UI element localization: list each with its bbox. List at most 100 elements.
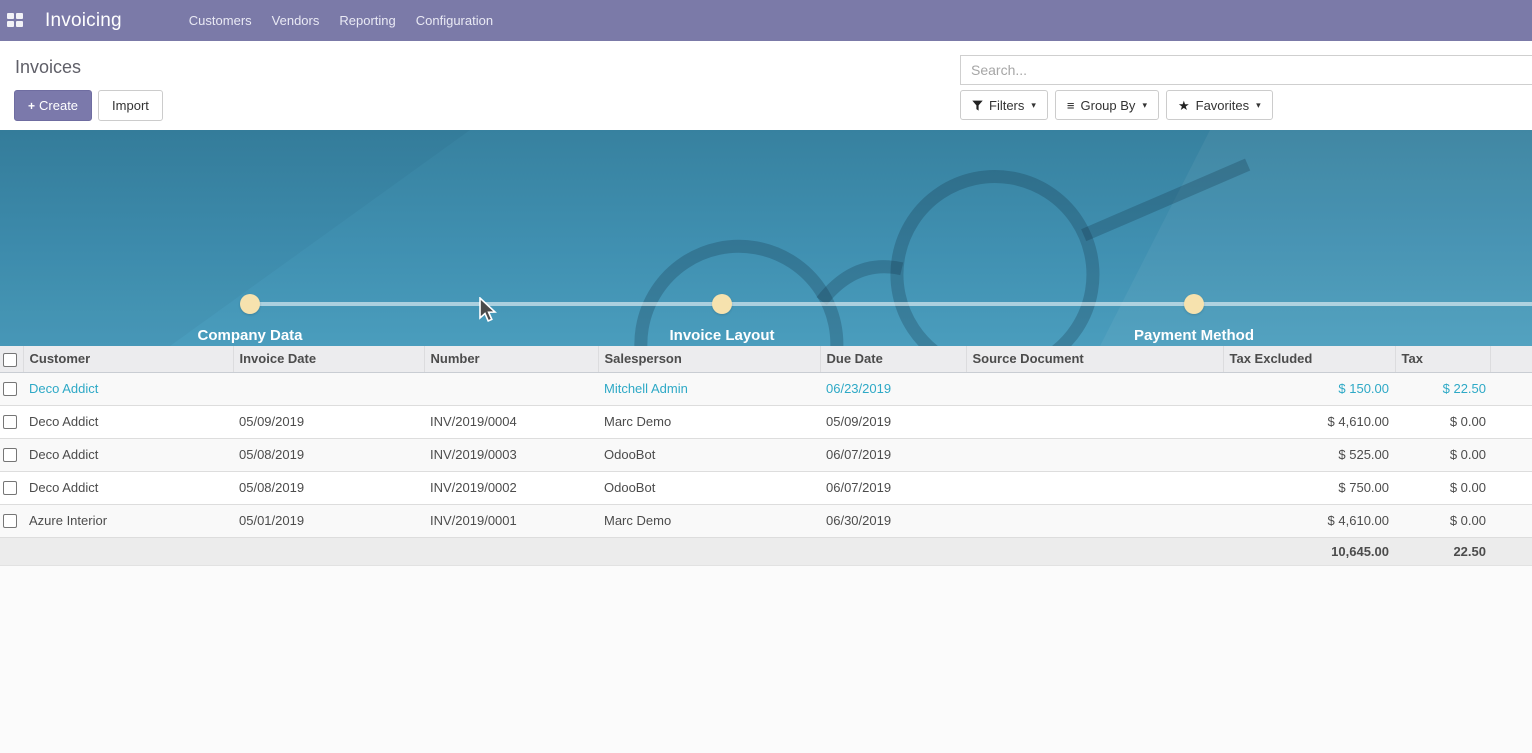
step-title: Payment Method bbox=[958, 327, 1430, 344]
cell-number[interactable]: INV/2019/0002 bbox=[424, 471, 598, 504]
cell-invoice-date[interactable]: 05/08/2019 bbox=[233, 438, 424, 471]
top-navbar: Invoicing Customers Vendors Reporting Co… bbox=[0, 0, 1532, 41]
group-by-bars-icon: ≡ bbox=[1067, 99, 1075, 112]
cell-customer[interactable]: Deco Addict bbox=[23, 372, 233, 405]
onboarding-step-payment-method: Payment Method Configure your payment me… bbox=[958, 327, 1430, 346]
cell-due-date[interactable]: 06/23/2019 bbox=[820, 372, 966, 405]
plus-icon: + bbox=[28, 99, 35, 113]
column-header-due-date[interactable]: Due Date bbox=[820, 346, 966, 372]
invoice-row[interactable]: Azure Interior 05/01/2019 INV/2019/0001 … bbox=[0, 504, 1532, 537]
app-name-invoicing[interactable]: Invoicing bbox=[45, 10, 122, 32]
page-title: Invoices bbox=[15, 57, 81, 78]
cell-source-document[interactable] bbox=[966, 438, 1223, 471]
table-totals-row: 10,645.00 22.50 bbox=[0, 537, 1532, 565]
group-by-button[interactable]: ≡ Group By ▾ bbox=[1055, 90, 1159, 120]
cell-invoice-date[interactable]: 05/01/2019 bbox=[233, 504, 424, 537]
row-checkbox[interactable] bbox=[3, 514, 17, 528]
step-title: Company Data bbox=[14, 327, 486, 344]
column-header-tax[interactable]: Tax bbox=[1395, 346, 1490, 372]
cell-invoice-date[interactable] bbox=[233, 372, 424, 405]
cell-invoice-date[interactable]: 05/09/2019 bbox=[233, 405, 424, 438]
action-buttons: + Create Import bbox=[14, 90, 163, 121]
table-header-row: Customer Invoice Date Number Salesperson… bbox=[0, 346, 1532, 372]
cell-tax[interactable]: $ 0.00 bbox=[1395, 405, 1490, 438]
row-checkbox[interactable] bbox=[3, 382, 17, 396]
row-select-cell bbox=[0, 372, 23, 405]
apps-grid-square bbox=[16, 13, 23, 19]
create-button-label: Create bbox=[39, 98, 78, 113]
cell-customer[interactable]: Deco Addict bbox=[23, 438, 233, 471]
cell-tax-excluded[interactable]: $ 4,610.00 bbox=[1223, 405, 1395, 438]
cell-salesperson[interactable]: Mitchell Admin bbox=[598, 372, 820, 405]
cell-tax[interactable]: $ 0.00 bbox=[1395, 471, 1490, 504]
cell-number[interactable] bbox=[424, 372, 598, 405]
column-header-source-document[interactable]: Source Document bbox=[966, 346, 1223, 372]
cell-invoice-date[interactable]: 05/08/2019 bbox=[233, 471, 424, 504]
menu-reporting[interactable]: Reporting bbox=[329, 1, 405, 40]
cell-tax-excluded[interactable]: $ 4,610.00 bbox=[1223, 504, 1395, 537]
cell-source-document[interactable] bbox=[966, 405, 1223, 438]
cell-tax-excluded[interactable]: $ 150.00 bbox=[1223, 372, 1395, 405]
cell-tax[interactable]: $ 0.00 bbox=[1395, 438, 1490, 471]
footer-cell bbox=[424, 537, 598, 565]
cell-customer[interactable]: Deco Addict bbox=[23, 471, 233, 504]
cell-due-date[interactable]: 05/09/2019 bbox=[820, 405, 966, 438]
cell-customer[interactable]: Deco Addict bbox=[23, 405, 233, 438]
invoices-table: Customer Invoice Date Number Salesperson… bbox=[0, 346, 1532, 566]
cell-spacer bbox=[1490, 438, 1532, 471]
invoice-row[interactable]: Deco Addict 05/09/2019 INV/2019/0004 Mar… bbox=[0, 405, 1532, 438]
cell-tax-excluded[interactable]: $ 750.00 bbox=[1223, 471, 1395, 504]
cell-source-document[interactable] bbox=[966, 372, 1223, 405]
step-title: Invoice Layout bbox=[486, 327, 958, 344]
create-button[interactable]: + Create bbox=[14, 90, 92, 121]
cell-number[interactable]: INV/2019/0003 bbox=[424, 438, 598, 471]
footer-cell bbox=[233, 537, 424, 565]
cell-salesperson[interactable]: Marc Demo bbox=[598, 405, 820, 438]
menu-configuration[interactable]: Configuration bbox=[406, 1, 503, 40]
cell-due-date[interactable]: 06/07/2019 bbox=[820, 438, 966, 471]
import-button[interactable]: Import bbox=[98, 90, 163, 121]
invoice-row[interactable]: Deco Addict 05/08/2019 INV/2019/0002 Odo… bbox=[0, 471, 1532, 504]
cell-number[interactable]: INV/2019/0004 bbox=[424, 405, 598, 438]
column-header-invoice-date[interactable]: Invoice Date bbox=[233, 346, 424, 372]
cell-customer[interactable]: Azure Interior bbox=[23, 504, 233, 537]
caret-down-icon: ▾ bbox=[1031, 100, 1036, 111]
cell-spacer bbox=[1490, 504, 1532, 537]
onboarding-step-dot bbox=[240, 294, 260, 314]
row-checkbox[interactable] bbox=[3, 481, 17, 495]
cell-salesperson[interactable]: OdooBot bbox=[598, 438, 820, 471]
cell-due-date[interactable]: 06/07/2019 bbox=[820, 471, 966, 504]
cell-spacer bbox=[1490, 471, 1532, 504]
cell-source-document[interactable] bbox=[966, 504, 1223, 537]
filters-button[interactable]: Filters ▾ bbox=[960, 90, 1048, 120]
invoice-row[interactable]: Deco Addict 05/08/2019 INV/2019/0003 Odo… bbox=[0, 438, 1532, 471]
cell-source-document[interactable] bbox=[966, 471, 1223, 504]
search-input[interactable] bbox=[960, 55, 1532, 85]
filters-button-label: Filters bbox=[989, 98, 1024, 113]
search-panel: Filters ▾ ≡ Group By ▾ ★ Favorites ▾ bbox=[960, 55, 1532, 120]
column-header-salesperson[interactable]: Salesperson bbox=[598, 346, 820, 372]
column-header-tax-excluded[interactable]: Tax Excluded bbox=[1223, 346, 1395, 372]
cell-tax[interactable]: $ 22.50 bbox=[1395, 372, 1490, 405]
cell-number[interactable]: INV/2019/0001 bbox=[424, 504, 598, 537]
menu-vendors[interactable]: Vendors bbox=[262, 1, 330, 40]
select-all-checkbox[interactable] bbox=[3, 353, 17, 367]
caret-down-icon: ▾ bbox=[1256, 100, 1261, 111]
cell-salesperson[interactable]: Marc Demo bbox=[598, 504, 820, 537]
footer-cell bbox=[23, 537, 233, 565]
cell-due-date[interactable]: 06/30/2019 bbox=[820, 504, 966, 537]
row-checkbox[interactable] bbox=[3, 415, 17, 429]
cell-salesperson[interactable]: OdooBot bbox=[598, 471, 820, 504]
column-header-number[interactable]: Number bbox=[424, 346, 598, 372]
invoice-row[interactable]: Deco Addict Mitchell Admin 06/23/2019 $ … bbox=[0, 372, 1532, 405]
apps-menu-icon[interactable] bbox=[7, 13, 23, 28]
row-checkbox[interactable] bbox=[3, 448, 17, 462]
menu-customers[interactable]: Customers bbox=[179, 1, 262, 40]
column-header-spacer bbox=[1490, 346, 1532, 372]
cell-tax-excluded[interactable]: $ 525.00 bbox=[1223, 438, 1395, 471]
favorites-button[interactable]: ★ Favorites ▾ bbox=[1166, 90, 1273, 120]
column-header-customer[interactable]: Customer bbox=[23, 346, 233, 372]
cell-tax[interactable]: $ 0.00 bbox=[1395, 504, 1490, 537]
footer-cell bbox=[820, 537, 966, 565]
cell-spacer bbox=[1490, 372, 1532, 405]
